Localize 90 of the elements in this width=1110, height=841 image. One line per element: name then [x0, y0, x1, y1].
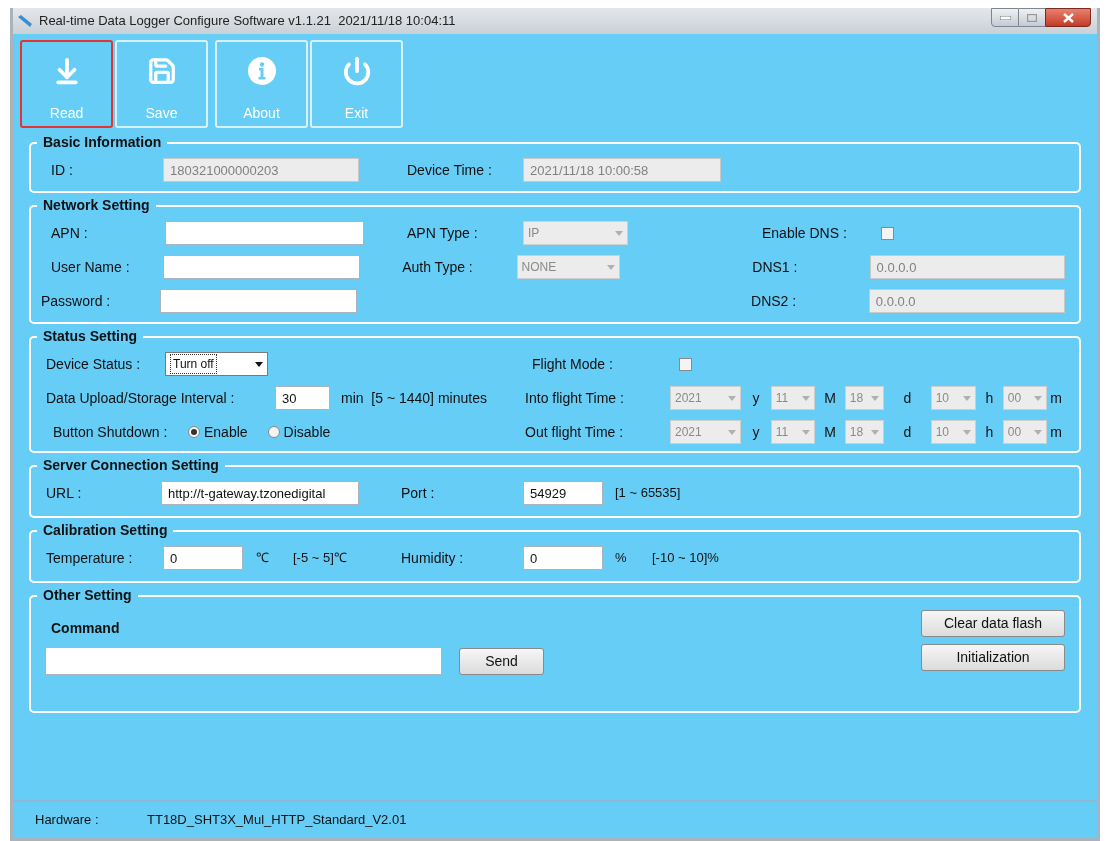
caret-icon — [728, 429, 737, 435]
field-label: Auth Type : — [402, 258, 473, 275]
field-label: Temperature : — [46, 549, 133, 566]
port-field[interactable]: 54929 — [523, 481, 603, 505]
port-hint: [1 ~ 65535] — [615, 484, 681, 503]
caret-icon — [802, 429, 811, 435]
caret-icon — [615, 230, 623, 236]
caret-icon — [1034, 395, 1043, 401]
field-label: Data Upload/Storage Interval : — [46, 389, 235, 406]
unit-label: % — [615, 550, 627, 566]
save-icon — [146, 56, 177, 86]
close-icon — [1062, 12, 1074, 23]
pen-icon — [17, 14, 33, 28]
radio-button[interactable]: Disable — [267, 421, 331, 443]
info-icon — [246, 56, 277, 86]
power-icon — [341, 56, 372, 86]
unit-label: M — [824, 388, 836, 408]
maximize-icon — [1027, 13, 1037, 22]
group-title: Calibration Setting — [42, 521, 169, 540]
field-label: Device Status : — [46, 355, 141, 372]
device-status-dropdown[interactable]: Turn off — [165, 352, 268, 376]
checkbox[interactable] — [679, 357, 692, 371]
field-label: Flight Mode : — [532, 355, 613, 372]
command-field[interactable] — [45, 647, 442, 675]
unit-label: y — [752, 388, 760, 408]
text-field[interactable] — [159, 289, 357, 313]
caret-icon — [255, 361, 263, 367]
interval-hint: min [5 ~ 1440] minutes — [341, 388, 487, 408]
toolbar-button[interactable]: Read — [20, 40, 113, 128]
field-label: DNS1 : — [752, 258, 798, 275]
text-field[interactable] — [165, 221, 364, 245]
caret-icon — [963, 395, 972, 401]
field-label: Device Time : — [407, 161, 492, 178]
caret-icon — [963, 429, 972, 435]
close-button[interactable] — [1045, 8, 1091, 27]
interval-field[interactable]: 30 — [275, 386, 330, 410]
field-label: Password : — [41, 292, 111, 309]
unit-label: y — [752, 422, 760, 442]
field-label: Into flight Time : — [525, 389, 624, 406]
toolbar-button[interactable]: About — [215, 40, 308, 128]
field-label: Enable DNS : — [762, 224, 847, 241]
caret-icon — [607, 264, 616, 270]
window-title: Real-time Data Logger Configure Software v1.1.21 2021/11/18 10:04:11 — [39, 12, 456, 31]
unit-label: d — [903, 388, 912, 408]
hardware-label: Hardware : — [35, 812, 99, 828]
caret-icon — [728, 395, 737, 401]
toolbar-button[interactable]: Exit — [310, 40, 403, 128]
field-label: ID : — [51, 161, 73, 178]
field-label: Humidity : — [401, 549, 464, 566]
minimize-icon — [999, 15, 1011, 20]
unit-label: h — [985, 388, 994, 408]
field-label: Out flight Time : — [525, 423, 624, 440]
group-title: Status Setting — [42, 327, 139, 346]
group-title: Basic Information — [42, 133, 163, 152]
field-label: Button Shutdown : — [53, 423, 168, 440]
unit-label: M — [824, 422, 836, 442]
maximize-button[interactable] — [1019, 8, 1045, 27]
command-label: Command — [51, 620, 120, 636]
toolbar-button[interactable]: Save — [115, 40, 208, 128]
caret-icon — [871, 395, 880, 401]
group-title: Other Setting — [42, 586, 133, 605]
caret-icon — [802, 395, 811, 401]
field-label: User Name : — [51, 258, 130, 275]
unit-label: ℃ — [256, 550, 269, 566]
send-button[interactable]: Send — [459, 647, 544, 675]
action-button[interactable]: Initialization — [921, 644, 1065, 671]
text-field[interactable] — [163, 255, 360, 279]
field-label: Port : — [401, 484, 435, 501]
minimize-button[interactable] — [991, 8, 1019, 27]
unit-label: h — [985, 422, 994, 442]
caret-icon — [871, 429, 880, 435]
range-hint: [-10 ~ 10]% — [652, 549, 719, 568]
field-label: URL : — [46, 484, 82, 501]
field-label: APN Type : — [407, 224, 478, 241]
group-title: Server Connection Setting — [42, 456, 220, 475]
unit-label: m — [1050, 422, 1062, 442]
unit-label: m — [1050, 388, 1062, 408]
checkbox[interactable] — [881, 226, 894, 240]
group-title: Network Setting — [42, 196, 151, 215]
temperature-field[interactable]: 0 — [163, 546, 243, 570]
action-button[interactable]: Clear data flash — [921, 610, 1065, 637]
hardware-value: TT18D_SHT3X_Mul_HTTP_Standard_V2.01 — [147, 811, 407, 830]
radio-button[interactable]: Enable — [188, 421, 248, 443]
url-field[interactable]: http://t-gateway.tzonedigital — [161, 481, 359, 505]
humidity-field[interactable]: 0 — [523, 546, 603, 570]
field-label: DNS2 : — [751, 292, 797, 309]
caret-icon — [1034, 429, 1043, 435]
field-label: APN : — [51, 224, 88, 241]
unit-label: d — [903, 422, 912, 442]
range-hint: [-5 ~ 5]℃ — [293, 550, 347, 566]
